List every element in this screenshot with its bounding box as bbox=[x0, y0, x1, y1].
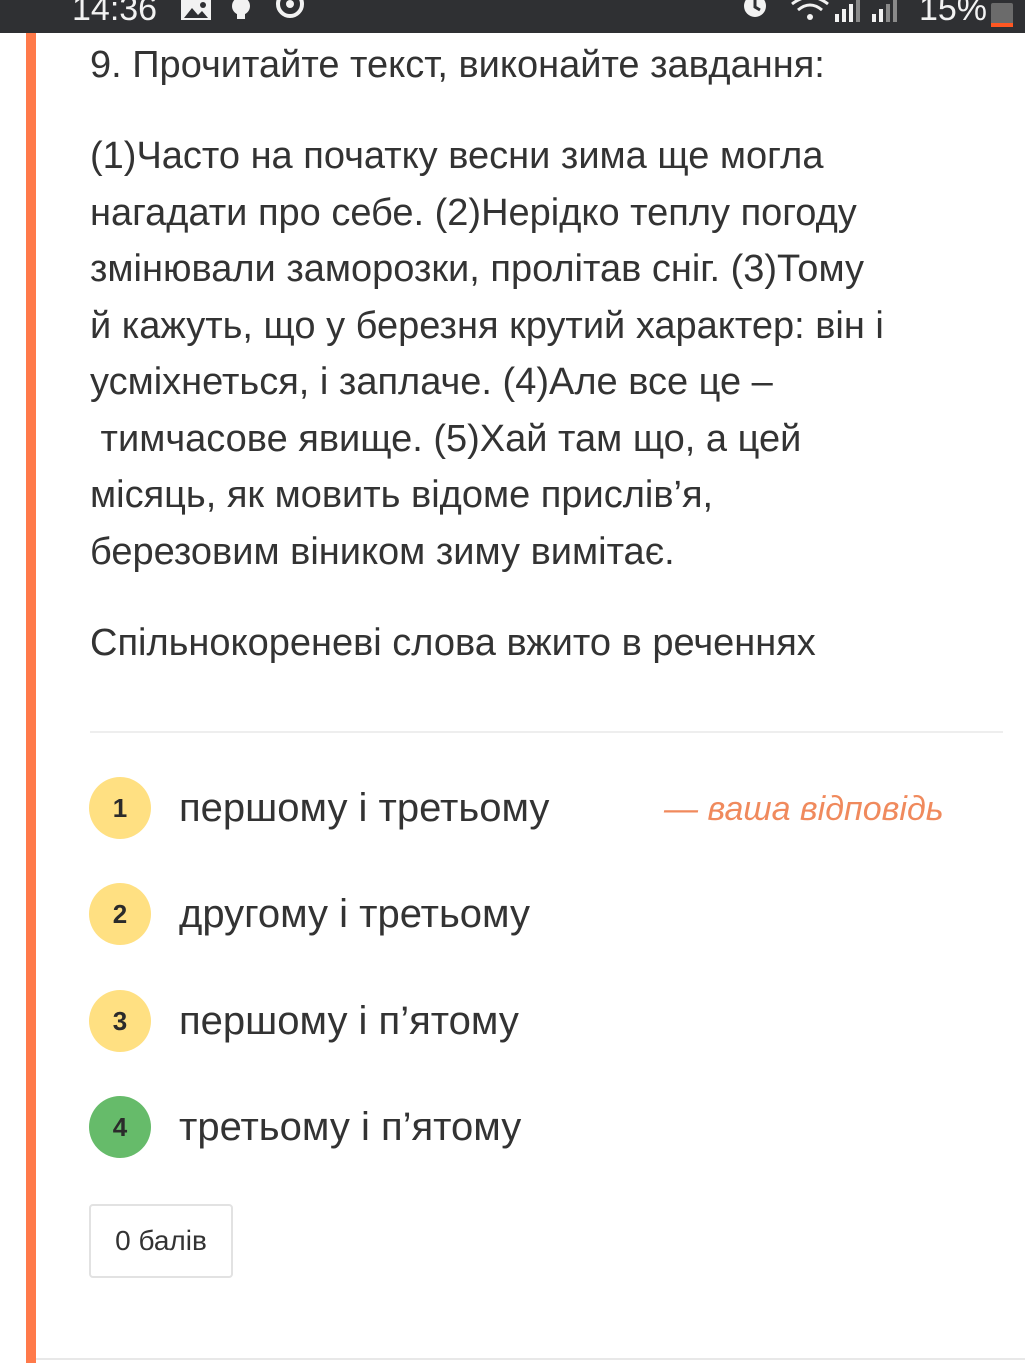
answer-option-1[interactable]: 1 першому і третьому — ваша відповідь bbox=[89, 777, 989, 841]
passage-line: змінювали заморозки, пролітав сніг. (3)Т… bbox=[90, 248, 864, 290]
sync-icon bbox=[275, 0, 305, 27]
passage-line: тимчасове явище. (5)Хай там що, а цей bbox=[90, 417, 802, 460]
accent-bar bbox=[26, 33, 36, 1363]
score-badge: 0 балів bbox=[89, 1204, 233, 1278]
signal-icon bbox=[833, 0, 861, 27]
divider bbox=[90, 731, 1003, 733]
alarm-icon bbox=[740, 0, 770, 27]
question-prompt: Спільнокореневі слова вжито в реченнях bbox=[90, 622, 816, 664]
battery-percent: 15% bbox=[918, 0, 987, 28]
bulb-icon bbox=[230, 0, 252, 27]
passage-line: нагадати про себе. (2)Нерідко теплу пого… bbox=[90, 191, 857, 234]
status-time: 14:36 bbox=[72, 0, 158, 28]
answer-option-2[interactable]: 2 другому і третьому bbox=[89, 883, 989, 947]
option-number-badge: 2 bbox=[89, 883, 151, 945]
passage-line: березовим віником зиму вимітає. bbox=[90, 530, 675, 573]
bottom-divider bbox=[36, 1358, 1025, 1360]
image-icon bbox=[180, 0, 212, 27]
option-label: третьому і п’ятому bbox=[179, 1105, 522, 1149]
option-label: першому і третьому bbox=[179, 786, 550, 830]
option-label: другому і третьому bbox=[179, 892, 530, 936]
option-label: першому і п’ятому bbox=[179, 999, 519, 1043]
battery-fill bbox=[991, 23, 1013, 27]
passage-text: (1)Часто на початку весни зима ще могла … bbox=[90, 128, 995, 580]
passage-line: й кажуть, що у березня крутий характер: … bbox=[90, 304, 884, 347]
battery-icon bbox=[991, 3, 1013, 27]
option-number-badge: 1 bbox=[89, 777, 151, 839]
answer-option-3[interactable]: 3 першому і п’ятому bbox=[89, 990, 989, 1054]
passage-line: місяць, як мовить відоме прислів’я, bbox=[90, 474, 714, 516]
passage-line: усміхнеться, і заплаче. (4)Але все це – bbox=[90, 361, 773, 403]
option-number-badge: 3 bbox=[89, 990, 151, 1052]
status-bar: 14:36 15% bbox=[0, 0, 1025, 33]
question-title: 9. Прочитайте текст, виконайте завдання: bbox=[90, 44, 825, 86]
passage-line: (1)Часто на початку весни зима ще могла bbox=[90, 135, 824, 177]
your-answer-marker: — ваша відповідь bbox=[664, 790, 944, 828]
answer-option-4[interactable]: 4 третьому і п’ятому bbox=[89, 1096, 989, 1160]
wifi-icon bbox=[790, 0, 830, 27]
option-number-badge-correct: 4 bbox=[89, 1096, 151, 1158]
signal-icon-2 bbox=[870, 0, 900, 27]
